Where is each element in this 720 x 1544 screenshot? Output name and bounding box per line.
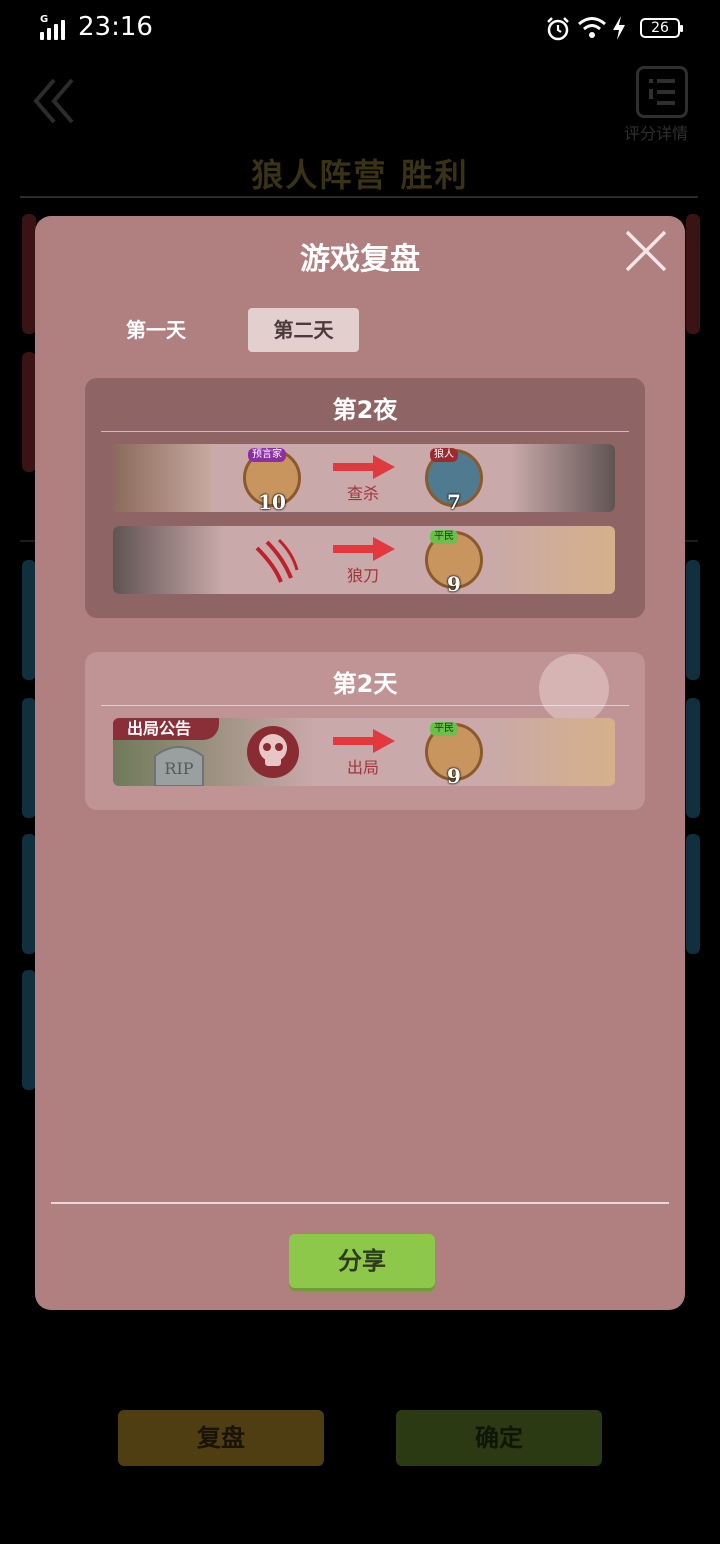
divider	[51, 1202, 669, 1204]
player-number: 9	[447, 572, 461, 594]
player-card	[686, 698, 700, 818]
player-card	[22, 970, 36, 1090]
skull-icon	[247, 726, 299, 778]
role-badge: 预言家	[248, 448, 286, 462]
wifi-icon	[578, 17, 606, 38]
section-header: 第2天	[85, 652, 645, 724]
event-row: RIP 出局公告 出局 平民 9	[113, 718, 615, 786]
score-details-label[interactable]: 评分详情	[624, 120, 688, 144]
announcement-tag: 出局公告	[113, 718, 220, 740]
prophet-portrait	[113, 444, 211, 512]
tombstone-icon: RIP	[154, 746, 204, 786]
modal-title: 游戏复盘	[300, 242, 420, 277]
player-card	[22, 214, 36, 334]
arrow-icon	[333, 729, 395, 753]
action-label: 出局	[346, 758, 379, 777]
status-time: 23:16	[78, 12, 153, 42]
role-badge: 平民	[430, 530, 458, 544]
player-number: 7	[447, 490, 461, 512]
role-badge: 平民	[430, 722, 458, 736]
night-section: 第2夜 预言家 10 查杀 狼人 7 狼刀 平民 9	[85, 378, 645, 618]
confirm-button[interactable]: 确定	[396, 1410, 602, 1466]
share-button[interactable]: 分享	[289, 1234, 435, 1288]
network-type: G	[40, 14, 49, 25]
arrow-icon	[333, 537, 395, 561]
player-card	[22, 834, 36, 954]
divider	[101, 705, 629, 706]
player-avatar: 平民 9	[425, 722, 483, 786]
day-section: 第2天 RIP 出局公告 出局 平民 9	[85, 652, 645, 810]
player-avatar: 预言家 10	[243, 448, 301, 512]
villager-portrait	[485, 526, 615, 594]
alarm-icon	[547, 17, 569, 41]
player-avatar: 平民 9	[425, 530, 483, 594]
close-icon[interactable]	[623, 228, 669, 274]
back-icon[interactable]	[30, 76, 80, 126]
result-title: 狼人阵营 胜利	[251, 156, 469, 194]
player-number: 10	[258, 490, 286, 512]
divider	[101, 431, 629, 432]
section-title: 第2天	[332, 670, 398, 698]
arrow-icon	[333, 455, 395, 479]
player-card	[22, 560, 36, 680]
event-row: 狼刀 平民 9	[113, 526, 615, 594]
werewolf-portrait	[511, 444, 615, 512]
section-header: 第2夜	[85, 378, 645, 432]
signal-icon: G	[40, 14, 72, 40]
game-review-modal: 游戏复盘 第一天 第二天 第2夜 预言家 10 查杀 狼人 7 狼刀 平民 9 …	[35, 216, 685, 1310]
player-card	[686, 214, 700, 334]
player-avatar: 狼人 7	[425, 448, 483, 512]
tab-day-2[interactable]: 第二天	[248, 308, 359, 352]
villager-portrait	[485, 718, 615, 786]
review-button[interactable]: 复盘	[118, 1410, 324, 1466]
divider	[20, 196, 698, 198]
player-card	[686, 834, 700, 954]
player-card	[686, 560, 700, 680]
player-card	[22, 698, 36, 818]
status-bar: G 23:16 26	[0, 0, 720, 56]
role-badge: 狼人	[430, 448, 458, 462]
player-number: 9	[447, 764, 461, 786]
claw-mark-icon	[255, 538, 299, 583]
section-title: 第2夜	[332, 396, 398, 424]
tombstone-text: RIP	[164, 759, 193, 778]
battery-indicator: 26	[640, 18, 683, 38]
player-card	[22, 352, 36, 472]
event-row: 预言家 10 查杀 狼人 7	[113, 444, 615, 512]
score-details-icon[interactable]	[636, 66, 688, 118]
tab-day-1[interactable]: 第一天	[101, 308, 211, 352]
werewolf-portrait	[113, 526, 223, 594]
action-label: 查杀	[346, 484, 379, 503]
charging-icon	[613, 16, 625, 40]
action-label: 狼刀	[346, 566, 379, 585]
